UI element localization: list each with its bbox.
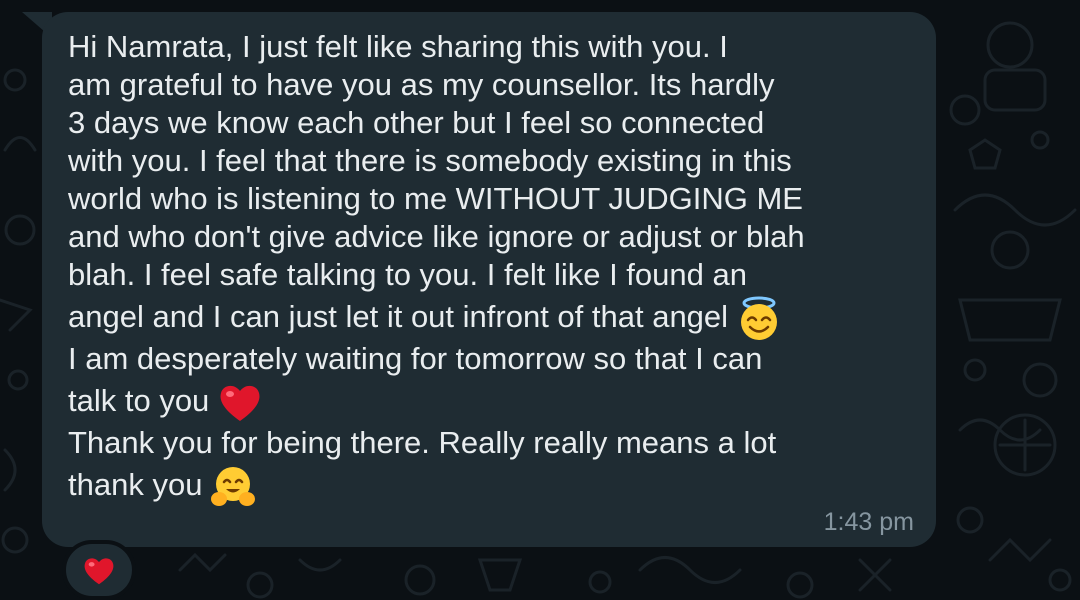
message-line: world who is listening to me WITHOUT JUD…: [68, 181, 803, 216]
message-line: Thank you for being there. Really really…: [68, 425, 777, 460]
message-line: Hi Namrata, I just felt like sharing thi…: [68, 29, 728, 64]
message-text: Hi Namrata, I just felt like sharing thi…: [68, 28, 928, 508]
smiling-face-with-halo-icon: [736, 296, 782, 342]
message-timestamp: 1:43 pm: [823, 508, 914, 536]
message-line: thank you: [68, 467, 203, 502]
message-bubble[interactable]: Hi Namrata, I just felt like sharing thi…: [42, 12, 936, 547]
message-line-with-emoji: thank you: [68, 462, 928, 508]
message-line: blah. I feel safe talking to you. I felt…: [68, 257, 747, 292]
reaction-badge[interactable]: [62, 540, 136, 600]
message-line: I am desperately waiting for tomorrow so…: [68, 341, 763, 376]
message-line: angel and I can just let it out infront …: [68, 299, 729, 334]
message-line: talk to you: [68, 383, 210, 418]
red-heart-icon: [84, 558, 114, 585]
message-line: and who don't give advice like ignore or…: [68, 219, 805, 254]
hugging-face-icon: [210, 464, 256, 510]
message-line-with-emoji: talk to you: [68, 378, 928, 424]
message-line: am grateful to have you as my counsellor…: [68, 67, 775, 102]
message-line: 3 days we know each other but I feel so …: [68, 105, 765, 140]
message-line-with-emoji: angel and I can just let it out infront …: [68, 294, 928, 340]
red-heart-icon: [217, 380, 263, 426]
message-line: with you. I feel that there is somebody …: [68, 143, 792, 178]
